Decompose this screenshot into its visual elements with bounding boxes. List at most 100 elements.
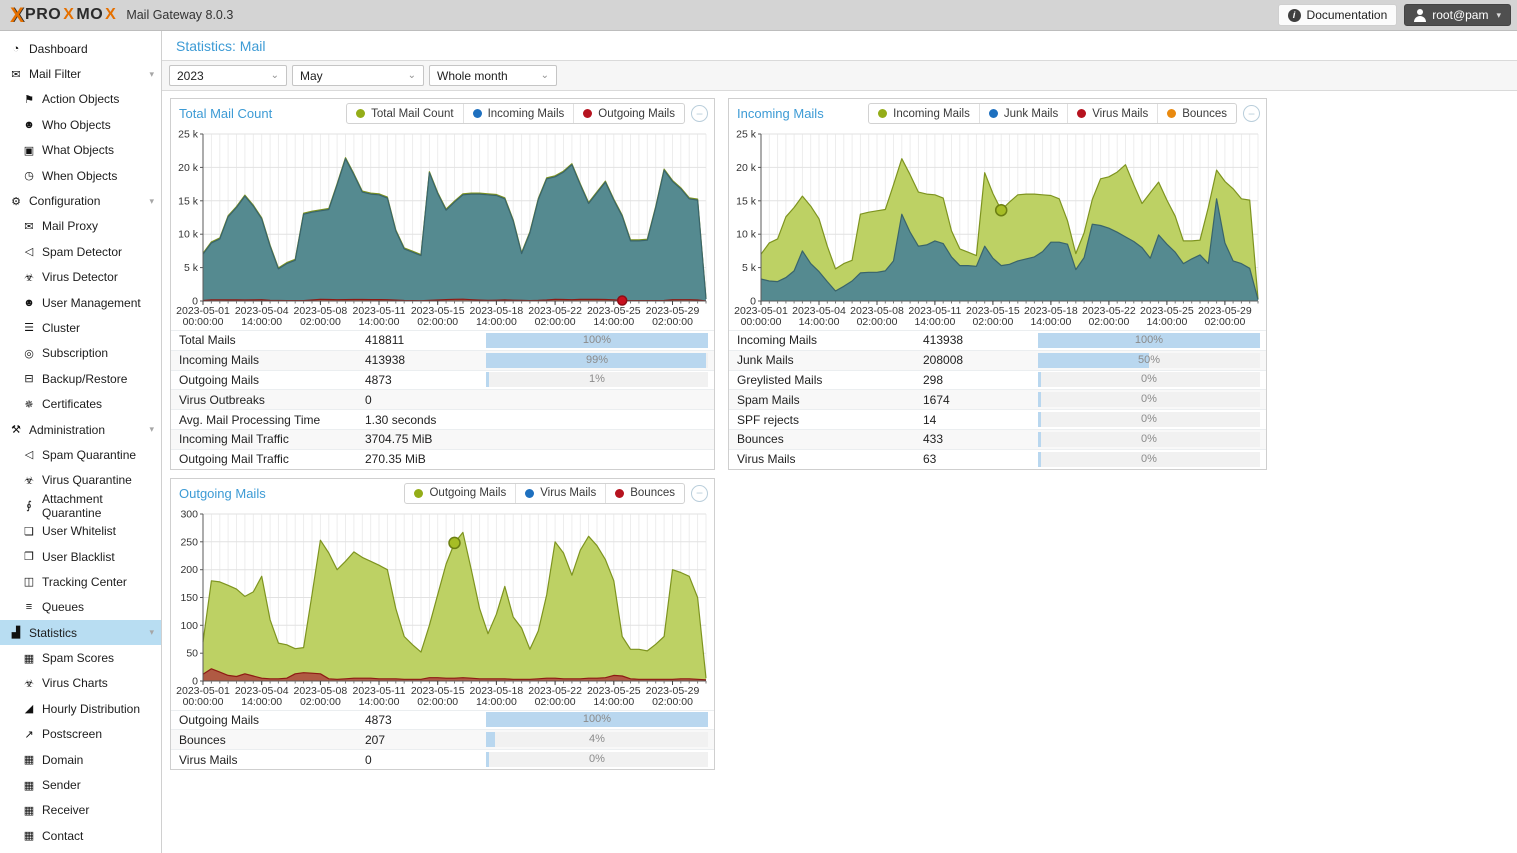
svg-text:300: 300 (180, 509, 198, 521)
sidebar-item-domain[interactable]: ▦Domain (0, 747, 161, 772)
percent-label: 100% (1038, 333, 1260, 348)
top-bar: X PROXMOX Mail Gateway 8.0.3 i Documenta… (0, 0, 1517, 31)
collapse-icon[interactable]: − (691, 485, 708, 502)
sidebar-item-queues[interactable]: ≡Queues (0, 595, 161, 620)
sidebar-item-label: Postscreen (42, 727, 102, 741)
percent-bar: 4% (486, 732, 708, 747)
sidebar-item-sender[interactable]: ▦Sender (0, 772, 161, 797)
legend-item-total-mail-count[interactable]: Total Mail Count (347, 104, 462, 123)
range-select[interactable]: Whole month ⌄ (429, 65, 557, 86)
legend-item-junk-mails[interactable]: Junk Mails (979, 104, 1067, 123)
row-label: SPF rejects (729, 413, 921, 427)
svg-text:02:00:00: 02:00:00 (417, 316, 458, 328)
svg-text:02:00:00: 02:00:00 (1088, 316, 1129, 328)
chevron-down-icon[interactable]: ▾ (149, 424, 154, 435)
legend-item-outgoing-mails[interactable]: Outgoing Mails (573, 104, 684, 123)
sidebar-item-attachment-quarantine[interactable]: ∮Attachment Quarantine (0, 493, 161, 518)
sidebar-item-what-objects[interactable]: ▣What Objects (0, 138, 161, 163)
row-label: Virus Mails (729, 452, 921, 466)
sidebar-item-statistics[interactable]: ▟Statistics▾ (0, 620, 161, 645)
sidebar-item-label: Configuration (29, 194, 100, 208)
collapse-icon[interactable]: − (1243, 105, 1260, 122)
table-row: Incoming Mails413938100% (729, 330, 1266, 350)
legend-item-bounces[interactable]: Bounces (605, 484, 684, 503)
year-select[interactable]: 2023 ⌄ (169, 65, 287, 86)
svg-text:5 k: 5 k (742, 262, 757, 274)
percent-label: 0% (1038, 412, 1260, 427)
legend-item-incoming-mails[interactable]: Incoming Mails (463, 104, 574, 123)
sidebar-item-cluster[interactable]: ☰Cluster (0, 315, 161, 340)
sidebar-item-label: Mail Proxy (42, 219, 98, 233)
sidebar-item-user-management[interactable]: ☻User Management (0, 290, 161, 315)
sidebar-item-receiver[interactable]: ▦Receiver (0, 798, 161, 823)
sidebar-item-mail-proxy[interactable]: ✉Mail Proxy (0, 214, 161, 239)
sidebar-item-spam-quarantine[interactable]: ◁Spam Quarantine (0, 442, 161, 467)
sidebar-item-label: Mail Filter (29, 67, 81, 81)
sidebar-item-virus-charts[interactable]: ☣Virus Charts (0, 671, 161, 696)
sidebar-item-label: Domain (42, 753, 83, 767)
percent-label: 0% (1038, 432, 1260, 447)
sidebar-item-virus-quarantine[interactable]: ☣Virus Quarantine (0, 468, 161, 493)
sidebar-item-tracking-center[interactable]: ◫Tracking Center (0, 569, 161, 594)
sidebar-item-backup-restore[interactable]: ⊟Backup/Restore (0, 366, 161, 391)
row-label: Outgoing Mails (171, 713, 363, 727)
file-solid-icon: ❐ (21, 550, 37, 563)
row-label: Outgoing Mail Traffic (171, 452, 363, 466)
svg-text:14:00:00: 14:00:00 (799, 316, 840, 328)
row-value: 0 (363, 753, 486, 767)
sidebar-item-spam-detector[interactable]: ◁Spam Detector (0, 239, 161, 264)
percent-bar: 0% (1038, 392, 1260, 407)
sidebar-item-who-objects[interactable]: ☻Who Objects (0, 112, 161, 137)
percent-bar: 0% (1038, 432, 1260, 447)
sidebar-item-contact[interactable]: ▦Contact (0, 823, 161, 848)
bullhorn-icon: ◁ (21, 448, 37, 461)
legend-item-outgoing-mails[interactable]: Outgoing Mails (405, 484, 515, 503)
row-label: Virus Mails (171, 753, 363, 767)
proxmox-logo: X PROXMOX (10, 5, 116, 26)
sidebar-item-virus-detector[interactable]: ☣Virus Detector (0, 265, 161, 290)
legend-label: Bounces (630, 487, 675, 499)
sidebar-item-postscreen[interactable]: ↗Postscreen (0, 722, 161, 747)
sidebar-item-action-objects[interactable]: ⚑Action Objects (0, 87, 161, 112)
legend-item-bounces[interactable]: Bounces (1157, 104, 1236, 123)
legend-dot-icon (878, 109, 887, 118)
sidebar-item-configuration[interactable]: ⚙Configuration▾ (0, 188, 161, 213)
sidebar-item-when-objects[interactable]: ◷When Objects (0, 163, 161, 188)
table-row: Total Mails418811100% (171, 330, 714, 350)
legend-item-virus-mails[interactable]: Virus Mails (515, 484, 605, 503)
sidebar-item-dashboard[interactable]: ◔Dashboard (0, 36, 161, 61)
row-value: 4873 (363, 713, 486, 727)
sidebar-item-administration[interactable]: ⚒Administration▾ (0, 417, 161, 442)
percent-label: 100% (486, 333, 708, 348)
sidebar-item-user-whitelist[interactable]: ❏User Whitelist (0, 518, 161, 543)
chevron-down-icon[interactable]: ▾ (149, 69, 154, 80)
table-row: Virus Outbreaks0 (171, 389, 714, 409)
chevron-down-icon[interactable]: ▾ (149, 196, 154, 207)
legend-label: Incoming Mails (893, 108, 970, 120)
percent-label: 100% (486, 712, 708, 727)
table-row: SPF rejects140% (729, 409, 1266, 429)
legend-item-virus-mails[interactable]: Virus Mails (1067, 104, 1157, 123)
chevron-down-icon[interactable]: ▾ (149, 627, 154, 638)
sidebar-item-mail-filter[interactable]: ✉Mail Filter▾ (0, 61, 161, 86)
sidebar-item-hourly-distribution[interactable]: ◢Hourly Distribution (0, 696, 161, 721)
month-select[interactable]: May ⌄ (292, 65, 424, 86)
row-label: Bounces (171, 733, 363, 747)
svg-text:14:00:00: 14:00:00 (359, 316, 400, 328)
table-icon: ▦ (21, 652, 37, 665)
user-menu-button[interactable]: root@pam ▾ (1404, 4, 1511, 26)
sidebar-item-subscription[interactable]: ◎Subscription (0, 341, 161, 366)
documentation-button[interactable]: i Documentation (1278, 4, 1398, 26)
sidebar-item-spam-scores[interactable]: ▦Spam Scores (0, 645, 161, 670)
collapse-icon[interactable]: − (691, 105, 708, 122)
legend-item-incoming-mails[interactable]: Incoming Mails (869, 104, 979, 123)
row-value: 14 (921, 413, 1038, 427)
svg-text:5 k: 5 k (184, 262, 199, 274)
bug-icon: ☣ (21, 474, 37, 487)
percent-bar: 0% (1038, 412, 1260, 427)
svg-text:10 k: 10 k (178, 229, 199, 241)
sidebar-item-user-blacklist[interactable]: ❐User Blacklist (0, 544, 161, 569)
row-value: 413938 (921, 333, 1038, 347)
sidebar-item-label: Hourly Distribution (42, 702, 140, 716)
sidebar-item-certificates[interactable]: ✵Certificates (0, 391, 161, 416)
